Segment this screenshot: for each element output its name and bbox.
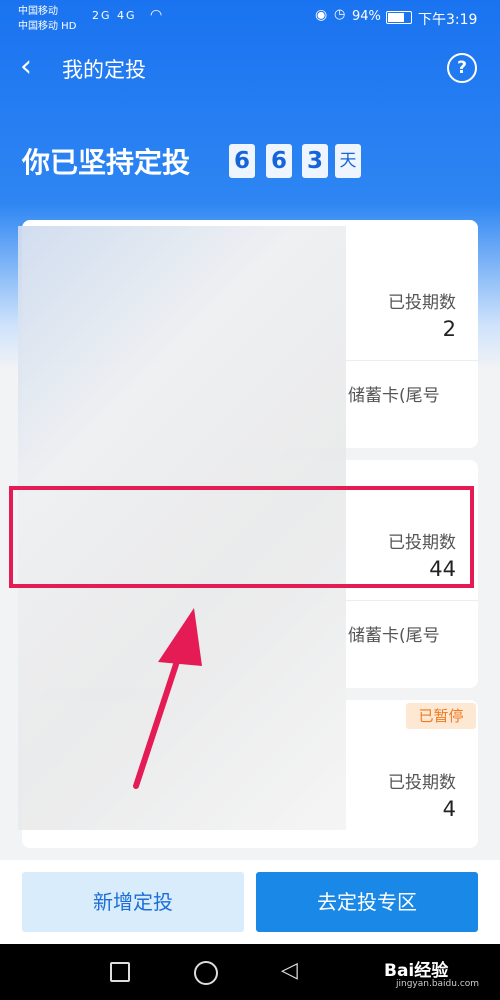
battery-icon [386,11,412,24]
day-digit: 6 [229,144,255,178]
periods-label: 已投期数 [388,773,456,793]
clock: 下午3:19 [418,12,478,28]
alarm-icon: ◷ [334,7,346,22]
carrier-label: 中国移动 [18,6,58,17]
nav-back-icon[interactable]: ◁ [281,958,298,983]
help-icon[interactable]: ? [447,53,477,83]
status-bar: 中国移动 中国移动 HD 2G 4G ◠ ◉ ◷ 94% 下午3:19 [0,0,500,34]
periods-label: 已投期数 [388,293,456,313]
highlight-box [9,486,474,588]
day-unit: 天 [335,144,361,178]
watermark-url: jingyan.baidu.com [396,979,480,989]
battery-percent: 94% [352,9,381,24]
recents-icon[interactable] [110,962,130,982]
carrier-label-2: 中国移动 HD [18,21,77,32]
watermark: Bai经验 [384,961,449,981]
plan-zone-button[interactable]: 去定投专区 [256,872,478,932]
day-digit: 6 [266,144,292,178]
day-digit: 3 [302,144,328,178]
add-plan-button[interactable]: 新增定投 [22,872,244,932]
signal-icon: 2G 4G [92,9,137,22]
page-title: 我的定投 [62,58,146,82]
paused-badge: 已暂停 [406,703,476,729]
bank-card-label: 储蓄卡(尾号 [348,626,440,646]
back-icon[interactable]: ‹ [20,52,48,82]
annotation-arrow [133,608,202,789]
wifi-icon: ◠ [150,7,163,23]
periods-value: 2 [442,317,456,341]
eye-icon: ◉ [315,7,328,23]
home-icon[interactable] [194,961,218,985]
bank-card-label: 储蓄卡(尾号 [348,386,440,406]
periods-value: 4 [442,797,456,821]
persist-label: 你已坚持定投 [22,146,191,179]
